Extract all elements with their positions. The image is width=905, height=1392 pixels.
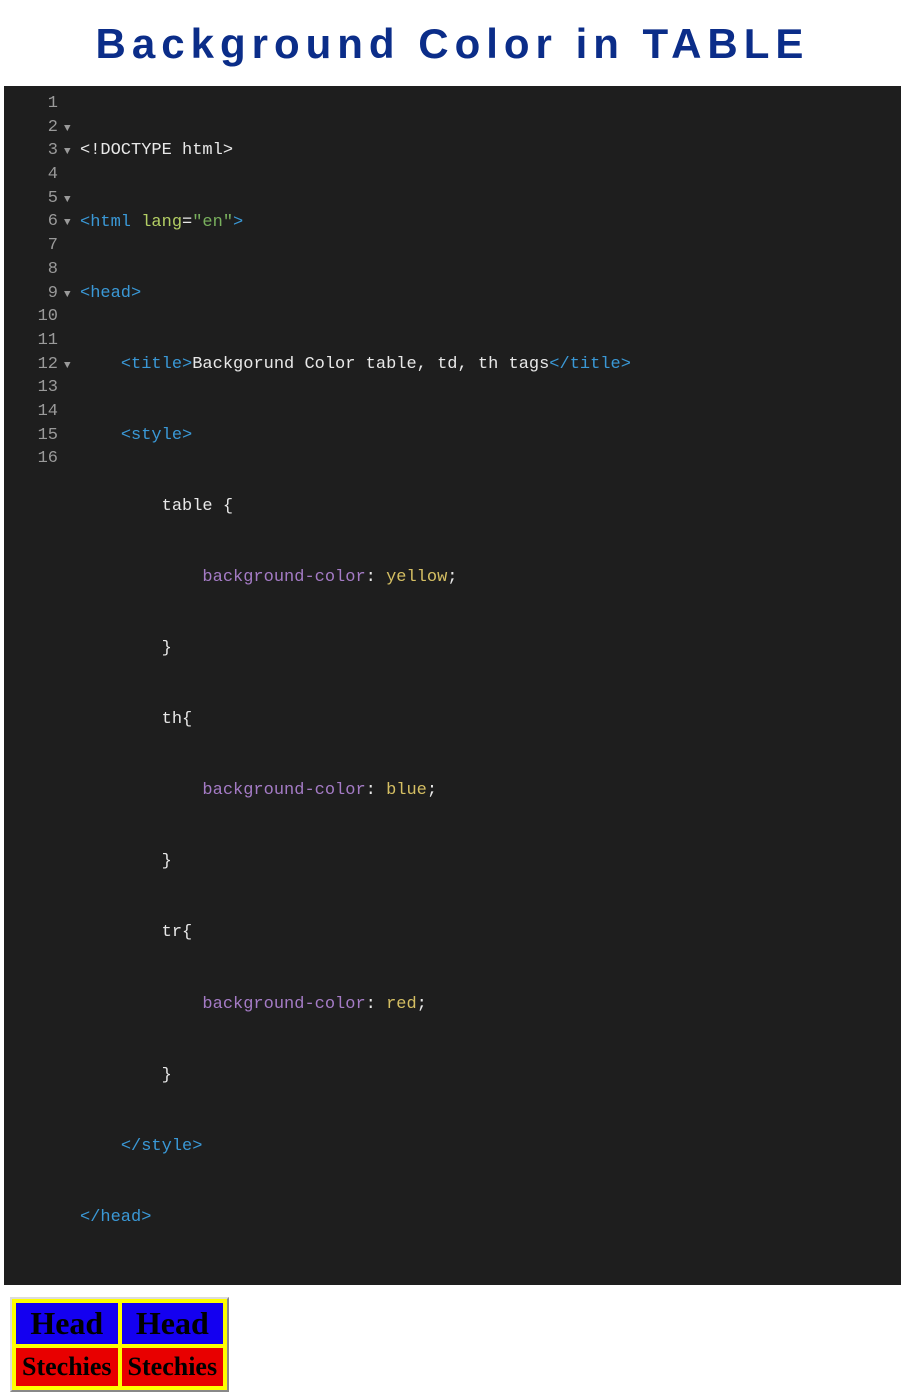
line-number: 3 <box>4 139 58 163</box>
fold-icon[interactable]: ▼ <box>64 118 71 142</box>
line-number: 11 <box>4 329 58 353</box>
code-line: background-color: yellow; <box>80 566 631 590</box>
table-cell: Stechies <box>16 1348 118 1386</box>
line-number: 10 <box>4 305 58 329</box>
line-number: 8 <box>4 258 58 282</box>
code-line: <style> <box>80 424 631 448</box>
line-gutter: 1 2 3 4 5 6 7 8 9 10 11 12 13 14 15 16 <box>4 92 64 1277</box>
code-line: tr{ <box>80 921 631 945</box>
line-number: 13 <box>4 376 58 400</box>
code-line: </style> <box>80 1135 631 1159</box>
fold-icon[interactable]: ▼ <box>64 189 71 213</box>
page-title: Background Color in TABLE <box>0 0 905 86</box>
fold-icon[interactable]: ▼ <box>64 141 71 165</box>
line-number: 2 <box>4 116 58 140</box>
table-row: Stechies Stechies <box>16 1348 223 1386</box>
code-line: background-color: blue; <box>80 779 631 803</box>
fold-icon[interactable]: ▼ <box>64 355 71 379</box>
line-number: 15 <box>4 424 58 448</box>
fold-icon[interactable]: ▼ <box>64 284 71 308</box>
code-line: <head> <box>80 282 631 306</box>
code-editor: 1 2 3 4 5 6 7 8 9 10 11 12 13 14 15 16 ▼… <box>4 86 901 1285</box>
line-number: 6 <box>4 210 58 234</box>
table-cell: Stechies <box>122 1348 224 1386</box>
code-line: } <box>80 1064 631 1088</box>
fold-icon[interactable]: ▼ <box>64 212 71 236</box>
line-number: 4 <box>4 163 58 187</box>
line-number: 12 <box>4 353 58 377</box>
line-number: 1 <box>4 92 58 116</box>
code-line: th{ <box>80 708 631 732</box>
table-header-cell: Head <box>16 1303 118 1344</box>
line-number: 14 <box>4 400 58 424</box>
fold-gutter: ▼ ▼ ▼ ▼ ▼ ▼ <box>64 92 80 1277</box>
line-number: 7 <box>4 234 58 258</box>
code-line: <!DOCTYPE html> <box>80 139 631 163</box>
code-line: </head> <box>80 1206 631 1230</box>
rendered-preview: Head Head Stechies Stechies <box>10 1297 905 1392</box>
code-area[interactable]: <!DOCTYPE html> <html lang="en"> <head> … <box>80 92 631 1277</box>
code-line: <html lang="en"> <box>80 211 631 235</box>
table-header-cell: Head <box>122 1303 224 1344</box>
code-line: } <box>80 850 631 874</box>
line-number: 9 <box>4 282 58 306</box>
line-number: 5 <box>4 187 58 211</box>
table-row: Head Head <box>16 1303 223 1344</box>
code-line: } <box>80 637 631 661</box>
demo-table: Head Head Stechies Stechies <box>10 1297 229 1392</box>
code-line: <title>Backgorund Color table, td, th ta… <box>80 353 631 377</box>
code-line: background-color: red; <box>80 993 631 1017</box>
code-line: table { <box>80 495 631 519</box>
line-number: 16 <box>4 447 58 471</box>
